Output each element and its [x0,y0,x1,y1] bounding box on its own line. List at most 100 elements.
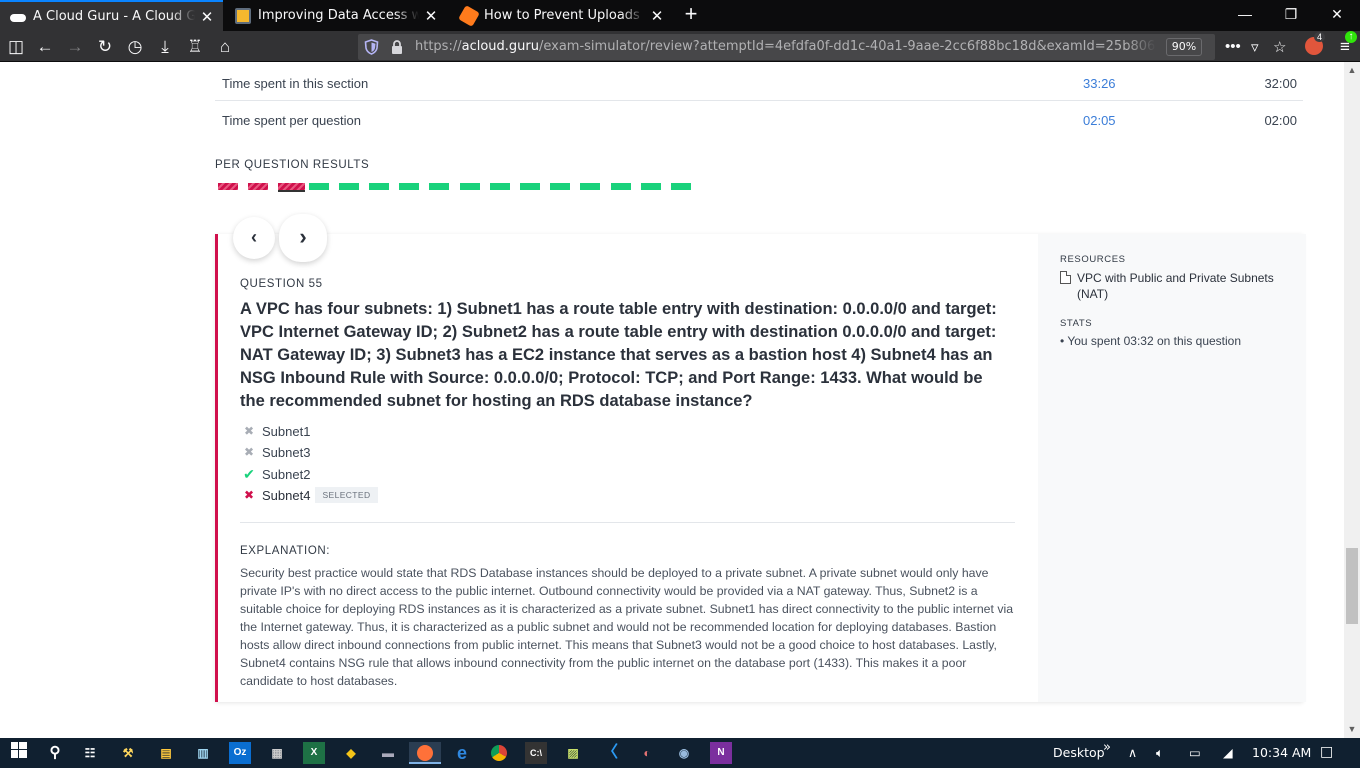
tool-icon[interactable]: ⚒ [117,742,139,764]
url-text[interactable]: https://acloud.guru/exam-simulator/revie… [415,39,1156,54]
restore-icon[interactable]: ❐ [1268,0,1314,31]
firefox-icon[interactable] [409,742,441,764]
windows-start-icon[interactable] [8,742,30,764]
forward-arrow-icon[interactable]: → [62,34,88,60]
outlook-icon[interactable]: Oz [229,742,251,764]
answer-option-correct: ✔ Subnet2 [242,465,310,483]
question-result-marker[interactable] [248,183,269,190]
toolbar-expand-icon[interactable]: » [1103,740,1111,755]
bookmark-star-icon[interactable]: ☆ [1273,38,1286,56]
lock-icon[interactable] [390,39,404,55]
download-icon[interactable]: ⤓ [152,34,178,60]
question-result-marker[interactable] [640,183,661,190]
document-icon [1060,271,1071,284]
question-result-marker[interactable] [489,183,510,190]
address-bar[interactable]: https://acloud.guru/exam-simulator/revie… [358,34,1286,60]
task-view-icon[interactable]: ☷ [79,742,101,764]
tray-chevron-up-icon[interactable]: ∧ [1128,745,1137,760]
actual-time: 02:05 [1083,113,1116,128]
close-tab-icon[interactable]: ✕ [645,7,669,25]
battery-icon[interactable]: ▭ [1189,745,1201,760]
scrollbar-thumb[interactable] [1346,548,1358,624]
question-result-marker[interactable] [429,183,450,190]
reload-icon[interactable]: ↻ [92,34,118,60]
terminal-icon[interactable]: C:\ [525,742,547,764]
home-icon[interactable]: ⌂ [212,34,238,60]
minimize-icon[interactable]: — [1222,0,1268,31]
scroll-up-icon[interactable]: ▲ [1344,65,1360,75]
app-icon-2[interactable]: ◉ [673,742,695,764]
excel-icon[interactable]: X [303,742,325,764]
file-explorer-icon[interactable]: ▤ [155,742,177,764]
question-result-marker[interactable] [550,183,571,190]
question-result-marker[interactable] [671,183,691,190]
resources-sidebar: RESOURCES VPC with Public and Private Su… [1038,234,1306,702]
question-result-marker[interactable] [278,183,306,192]
question-result-marker[interactable] [580,183,601,190]
extension-badge: 4 [1314,32,1326,42]
question-review-card: ‹ › QUESTION 55 A VPC has four subnets: … [215,214,1306,702]
tab-improving-data-access[interactable]: Improving Data Access with Se ✕ [225,0,447,31]
cloud-icon [10,13,26,22]
zoom-level-button[interactable]: 90% [1166,38,1202,56]
new-tab-button[interactable]: + [678,2,704,28]
page-actions-icon[interactable]: ••• [1225,38,1241,55]
explanation-text: Security best practice would state that … [240,566,1014,688]
resource-link-label[interactable]: VPC with Public and Private Subnets (NAT… [1077,270,1290,302]
back-arrow-icon[interactable]: ← [32,34,58,60]
wifi-icon[interactable]: ◢ [1223,745,1233,760]
pocket-icon[interactable]: ▿ [1251,38,1259,56]
tab-title: How to Prevent Uploads of Un [484,8,645,23]
question-result-marker[interactable] [218,183,238,190]
bullet: • [1060,334,1065,348]
question-result-marker[interactable] [610,183,631,190]
window-close-icon[interactable]: ✕ [1314,0,1360,31]
chrome-icon[interactable] [488,742,510,764]
resource-link[interactable]: VPC with Public and Private Subnets (NAT… [1060,270,1290,302]
clock[interactable]: 10:34 AM [1252,745,1311,760]
git-icon[interactable]: ◆ [340,742,362,764]
previous-question-button[interactable]: ‹ [233,217,275,259]
tab-acloudguru[interactable]: A Cloud Guru - A Cloud Guru ✕ [0,0,223,31]
close-tab-icon[interactable]: ✕ [195,8,219,26]
question-text: A VPC has four subnets: 1) Subnet1 has a… [240,300,997,410]
vscode-icon[interactable]: 〈 [599,742,621,764]
volume-muted-icon[interactable]: 🔈︎ [1156,745,1164,761]
scroll-down-icon[interactable]: ▼ [1344,724,1360,734]
vertical-scrollbar[interactable]: ▲ ▼ [1344,62,1360,738]
per-question-results-title: PER QUESTION RESULTS [215,159,370,171]
app-icon[interactable]: ▬ [377,742,399,764]
question-result-marker[interactable] [369,183,389,190]
close-tab-icon[interactable]: ✕ [419,7,443,25]
explanation-title: EXPLANATION: [240,545,331,557]
question-result-marker[interactable] [459,183,480,190]
desktop-toolbar-label[interactable]: Desktop [1053,745,1105,760]
question-result-marker[interactable] [399,183,420,190]
tracking-shield-icon[interactable] [364,39,379,55]
onenote-icon[interactable]: N [710,742,732,764]
history-clock-icon[interactable]: ◷ [122,34,148,60]
calculator-icon[interactable]: ▦ [266,742,288,764]
option-label: Subnet2 [262,466,311,482]
stats-title: STATS [1060,318,1093,329]
question-result-marker[interactable] [308,183,329,190]
notes-icon[interactable]: ▨ [562,742,584,764]
library-icon[interactable]: ♖ [182,34,208,60]
question-result-marker[interactable] [520,183,540,190]
extension-icon[interactable]: 4 [1305,32,1326,55]
option-label: Subnet3 [262,444,311,460]
search-icon[interactable]: ⚲ [44,742,66,764]
stat-text: You spent 03:32 on this question [1067,334,1242,348]
incorrect-x-icon: ✖ [243,424,255,438]
tab-title: A Cloud Guru - A Cloud Guru [33,9,195,24]
update-available-icon[interactable]: ↑ [1345,31,1357,43]
edge-icon[interactable]: e [451,742,473,764]
sidebar-toggle-icon[interactable]: ◫ [3,34,29,60]
notifications-icon[interactable]: □ [1320,744,1333,760]
tab-prevent-uploads[interactable]: How to Prevent Uploads of Un ✕ [451,0,673,31]
question-result-marker[interactable] [338,183,359,190]
next-question-button[interactable]: › [279,214,327,262]
notepad-icon[interactable]: ▥ [192,742,214,764]
actual-time: 33:26 [1083,76,1116,91]
paint-icon[interactable]: ◐ [636,742,658,764]
